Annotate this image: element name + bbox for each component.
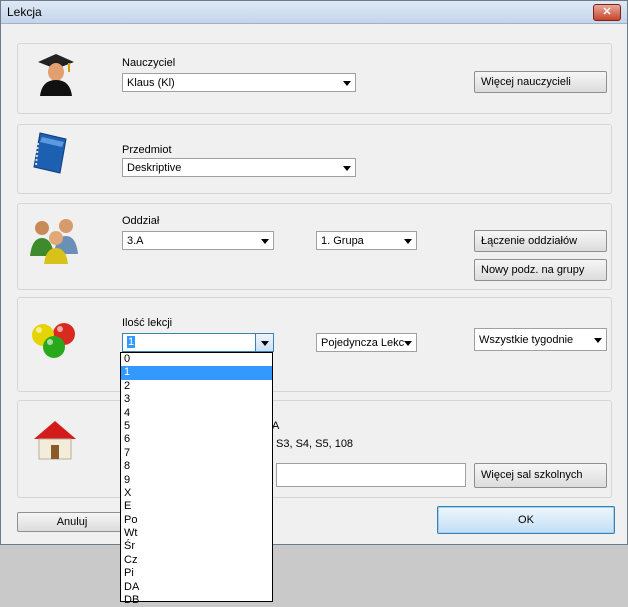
dropdown-toggle[interactable] xyxy=(255,334,273,351)
group-value: 1. Grupa xyxy=(321,235,364,247)
room-partial-label: A xyxy=(272,420,280,432)
lessons-label: Ilość lekcji xyxy=(122,317,173,329)
dropdown-option[interactable]: DB xyxy=(121,594,272,607)
join-classes-button[interactable]: Łączenie oddziałów xyxy=(474,230,607,252)
chevron-down-icon xyxy=(404,239,412,244)
dropdown-option[interactable]: Po xyxy=(121,514,272,527)
dropdown-option[interactable]: DA xyxy=(121,581,272,594)
class-value: 3.A xyxy=(127,235,144,247)
lesson-type-value: Pojedyncza Lekc xyxy=(321,337,405,349)
dropdown-option[interactable]: 2 xyxy=(121,380,272,393)
subject-panel: Przedmiot Deskriptive xyxy=(17,124,612,194)
ok-button[interactable]: OK xyxy=(437,506,615,534)
dropdown-option[interactable]: Śr xyxy=(121,540,272,553)
cancel-button[interactable]: Anuluj xyxy=(17,512,127,532)
group-select[interactable]: 1. Grupa xyxy=(316,231,417,250)
house-icon xyxy=(34,421,76,460)
teacher-label: Nauczyciel xyxy=(122,57,176,69)
teacher-value: Klaus (Kl) xyxy=(127,77,175,89)
chevron-down-icon xyxy=(261,239,269,244)
dropdown-option[interactable]: 9 xyxy=(121,474,272,487)
dropdown-option[interactable]: E xyxy=(121,500,272,513)
chevron-down-icon xyxy=(343,81,351,86)
lesson-dialog: Lekcja ✕ Nauczyciel Klaus (Kl) Więcej na… xyxy=(0,0,628,545)
new-split-groups-button[interactable]: Nowy podz. na grupy xyxy=(474,259,607,281)
dropdown-option[interactable]: Cz xyxy=(121,554,272,567)
dropdown-option[interactable]: 6 xyxy=(121,433,272,446)
dropdown-option[interactable]: 7 xyxy=(121,447,272,460)
class-panel: Oddział 3.A 1. Grupa Łączenie oddziałów … xyxy=(17,203,612,290)
book-icon xyxy=(33,132,67,174)
dropdown-option[interactable]: Wt xyxy=(121,527,272,540)
subject-select[interactable]: Deskriptive xyxy=(122,158,356,177)
balls-icon xyxy=(32,323,75,358)
dropdown-option[interactable]: 3 xyxy=(121,393,272,406)
chevron-down-icon xyxy=(404,341,412,346)
lesson-count-value: 1 xyxy=(127,336,136,348)
weeks-select[interactable]: Wszystkie tygodnie xyxy=(474,328,607,351)
lesson-count-select[interactable]: 1 xyxy=(122,333,274,352)
window-title: Lekcja xyxy=(7,5,42,19)
chevron-down-icon xyxy=(343,166,351,171)
lesson-type-select[interactable]: Pojedyncza Lekc xyxy=(316,333,417,352)
lesson-count-dropdown-list: 0 1 2 3 4 5 6 7 8 9 X E Po Wt Śr Cz Pi DA DB xyxy=(120,352,273,606)
subject-value: Deskriptive xyxy=(127,162,182,174)
dropdown-option[interactable]: 1 xyxy=(121,366,272,380)
title-bar: Lekcja ✕ xyxy=(1,1,627,24)
lessons-panel: Ilość lekcji 1 Pojedyncza Lekc Wszystkie… xyxy=(17,297,612,392)
room-list: S3, S4, S5, 108 xyxy=(276,438,354,450)
subject-label: Przedmiot xyxy=(122,144,172,156)
teacher-select[interactable]: Klaus (Kl) xyxy=(122,73,356,92)
dropdown-option[interactable]: 0 xyxy=(121,353,272,366)
room-panel: A S3, S4, S5, 108 Więcej sal szkolnych xyxy=(17,400,612,498)
chevron-down-icon xyxy=(261,341,269,346)
room-field[interactable] xyxy=(276,463,466,487)
class-label: Oddział xyxy=(122,215,160,227)
more-rooms-button[interactable]: Więcej sal szkolnych xyxy=(474,463,607,488)
people-icon xyxy=(30,219,78,264)
dropdown-option[interactable]: 8 xyxy=(121,460,272,473)
class-select[interactable]: 3.A xyxy=(122,231,274,250)
teacher-panel: Nauczyciel Klaus (Kl) Więcej nauczycieli xyxy=(17,43,612,114)
more-teachers-button[interactable]: Więcej nauczycieli xyxy=(474,71,607,93)
dropdown-option[interactable]: Pi xyxy=(121,567,272,580)
dropdown-option[interactable]: 5 xyxy=(121,420,272,433)
dropdown-option[interactable]: X xyxy=(121,487,272,500)
teacher-icon xyxy=(38,54,74,96)
close-button[interactable]: ✕ xyxy=(593,4,621,21)
chevron-down-icon xyxy=(594,338,602,343)
weeks-value: Wszystkie tygodnie xyxy=(479,334,574,346)
dropdown-option[interactable]: 4 xyxy=(121,407,272,420)
